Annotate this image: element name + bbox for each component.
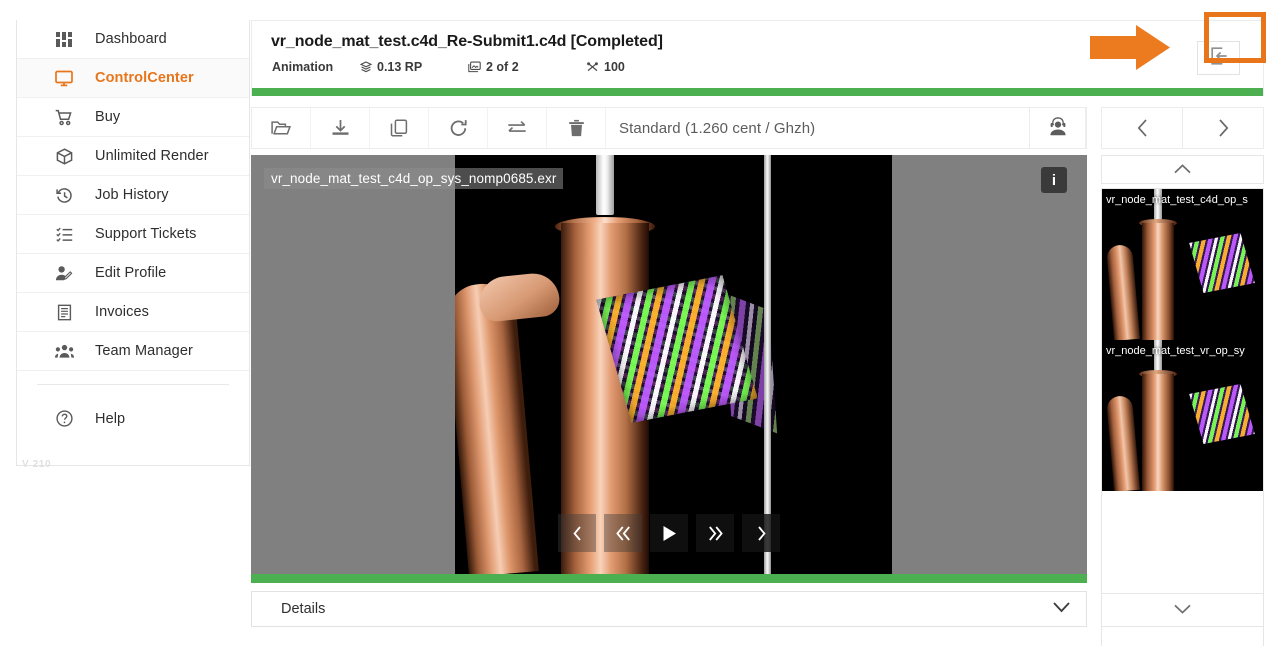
sidebar-item-support-tickets[interactable]: Support Tickets: [17, 215, 249, 254]
info-icon[interactable]: i: [1041, 167, 1067, 193]
chevron-up-icon: [1174, 161, 1191, 179]
app-version: V 210: [22, 459, 52, 470]
checklist-icon: [51, 226, 77, 243]
fast-forward-button[interactable]: [696, 514, 734, 552]
quality-value: Standard (1.260 cent / Ghzh): [619, 119, 816, 137]
sign-out-icon: [1209, 46, 1229, 71]
render-white-stripe: [764, 155, 771, 574]
sidebar-item-label: Dashboard: [95, 31, 167, 47]
thumbnail-label: vr_node_mat_test_c4d_op_s: [1106, 194, 1248, 206]
step-forward-button[interactable]: [742, 514, 780, 552]
info-label: i: [1051, 171, 1057, 189]
thumbnail-panel: vr_node_mat_test_c4d_op_s vr_node_mat_te…: [1101, 155, 1264, 646]
thumbnail-label: vr_node_mat_test_vr_op_sy: [1106, 345, 1245, 357]
sign-out-button[interactable]: [1197, 41, 1240, 75]
thumb-cube: [1189, 384, 1255, 444]
thumbnail-item[interactable]: vr_node_mat_test_c4d_op_s: [1102, 189, 1263, 340]
box-icon: [51, 147, 77, 165]
job-meta-row: Animation 0.13 RP 2 of 2 100: [272, 60, 625, 74]
sidebar-item-label: Help: [95, 410, 126, 427]
render-white-rod: [596, 155, 614, 215]
team-group-icon: [51, 343, 77, 359]
support-headset-icon: [1047, 116, 1069, 141]
step-back-button[interactable]: [558, 514, 596, 552]
copy-button[interactable]: [370, 108, 429, 148]
viewer-toolbar: Standard (1.260 cent / Ghzh): [251, 107, 1087, 149]
sidebar-item-controlcenter[interactable]: ControlCenter: [17, 59, 249, 98]
download-button[interactable]: [311, 108, 370, 148]
thumbnail-item[interactable]: vr_node_mat_test_vr_op_sy: [1102, 340, 1263, 491]
sidebar-item-invoices[interactable]: Invoices: [17, 293, 249, 332]
thumb-cube: [1189, 233, 1255, 293]
sidebar-item-team-manager[interactable]: Team Manager: [17, 332, 249, 371]
transfer-button[interactable]: [488, 108, 547, 148]
sidebar-item-label: Invoices: [95, 304, 149, 320]
details-accordion[interactable]: Details: [251, 591, 1087, 627]
job-header: vr_node_mat_test.c4d_Re-Submit1.c4d [Com…: [251, 20, 1264, 88]
render-side-cylinder: [455, 281, 539, 574]
pager-prev-button[interactable]: [1102, 108, 1183, 148]
sidebar-item-dashboard[interactable]: Dashboard: [17, 20, 249, 59]
controlcenter-page: Dashboard ControlCenter Buy Unlimited Re…: [0, 0, 1280, 646]
thumb-main-cylinder: [1142, 223, 1174, 340]
thumb-side-cylinder: [1105, 395, 1141, 491]
job-type-label: Animation: [272, 60, 334, 74]
thumbnail-list[interactable]: vr_node_mat_test_c4d_op_s vr_node_mat_te…: [1101, 188, 1264, 646]
sidebar: Dashboard ControlCenter Buy Unlimited Re…: [16, 20, 250, 466]
refresh-button[interactable]: [429, 108, 488, 148]
sidebar-item-label: Job History: [95, 187, 169, 203]
viewer-progress-bar: [251, 574, 1087, 583]
sidebar-item-label: Buy: [95, 109, 121, 125]
sidebar-item-label: Team Manager: [95, 343, 193, 359]
render-side-cylinder-cap: [476, 270, 562, 324]
sidebar-item-label: Support Tickets: [95, 226, 197, 242]
job-frames-value: 2 of 2: [486, 60, 519, 74]
sidebar-item-label: ControlCenter: [95, 70, 194, 86]
delete-button[interactable]: [547, 108, 606, 148]
job-rp: 0.13 RP: [360, 60, 468, 74]
user-edit-icon: [51, 265, 77, 282]
monitor-icon: [51, 70, 77, 87]
job-frames: 2 of 2: [468, 60, 586, 74]
chevron-down-icon: [1174, 601, 1191, 619]
history-clock-icon: [51, 187, 77, 204]
job-percent: 100: [586, 60, 625, 74]
job-rp-value: 0.13 RP: [377, 60, 423, 74]
image-viewer[interactable]: vr_node_mat_test_c4d_op_sys_nomp0685.exr…: [251, 155, 1087, 574]
thumb-main-cylinder: [1142, 374, 1174, 491]
job-percent-value: 100: [604, 60, 625, 74]
sidebar-item-buy[interactable]: Buy: [17, 98, 249, 137]
sidebar-item-label: Unlimited Render: [95, 148, 209, 164]
thumb-side-cylinder: [1105, 244, 1141, 340]
frame-pager: [1101, 107, 1264, 149]
percent-icon: [586, 61, 599, 73]
question-circle-icon: [51, 410, 77, 427]
play-button[interactable]: [650, 514, 688, 552]
invoice-icon: [51, 304, 77, 321]
pager-next-button[interactable]: [1183, 108, 1263, 148]
chevron-down-icon: [1053, 600, 1070, 618]
sidebar-item-help[interactable]: Help: [17, 399, 249, 438]
image-frame-icon: [468, 61, 481, 73]
shopping-cart-icon: [51, 109, 77, 126]
layers-icon: [360, 61, 372, 73]
sidebar-item-unlimited-render[interactable]: Unlimited Render: [17, 137, 249, 176]
quality-dropdown[interactable]: Standard (1.260 cent / Ghzh): [606, 108, 1086, 148]
playback-controls: [558, 514, 780, 552]
dashboard-icon: [51, 31, 77, 48]
open-folder-button[interactable]: [252, 108, 311, 148]
thumbnail-scroll-down-button[interactable]: [1101, 593, 1264, 627]
rewind-button[interactable]: [604, 514, 642, 552]
rendered-image: [455, 155, 892, 574]
thumbnail-scroll-up-button[interactable]: [1101, 155, 1264, 184]
viewer-file-label: vr_node_mat_test_c4d_op_sys_nomp0685.exr: [264, 168, 564, 189]
sidebar-item-edit-profile[interactable]: Edit Profile: [17, 254, 249, 293]
page-title: vr_node_mat_test.c4d_Re-Submit1.c4d [Com…: [271, 33, 663, 50]
job-progress-bar: [251, 88, 1264, 96]
support-agent-button[interactable]: [1029, 107, 1086, 149]
sidebar-item-job-history[interactable]: Job History: [17, 176, 249, 215]
sidebar-item-label: Edit Profile: [95, 265, 167, 281]
details-label: Details: [281, 601, 326, 617]
sidebar-divider: [37, 384, 229, 385]
